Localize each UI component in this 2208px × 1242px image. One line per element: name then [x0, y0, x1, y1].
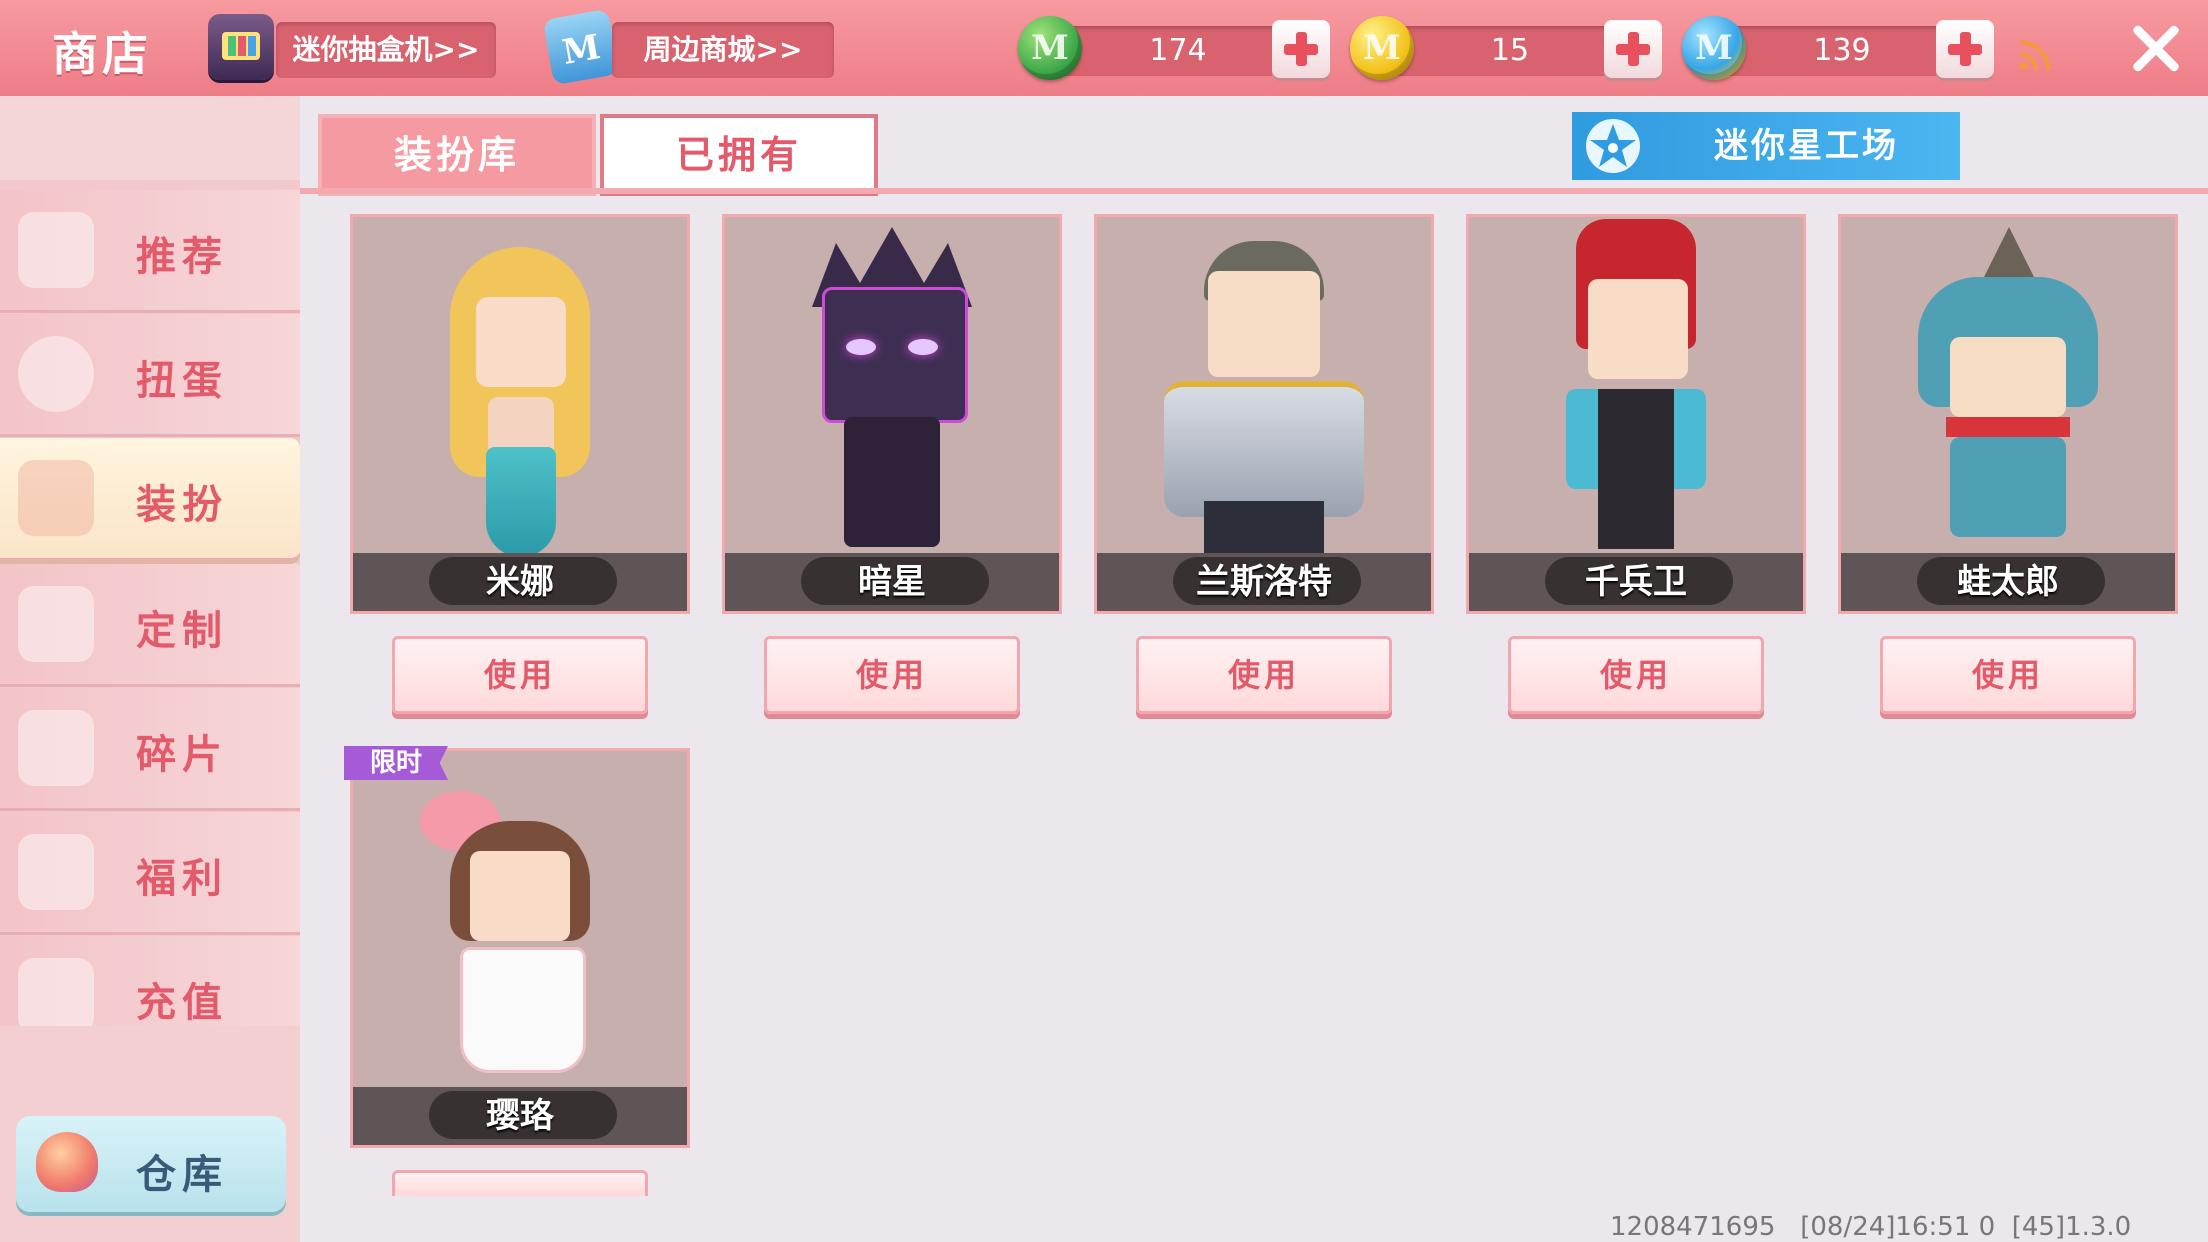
signal-icon: [2019, 40, 2050, 71]
sidebar-item-label: 推荐: [136, 234, 228, 280]
page-title: 商店: [52, 27, 152, 81]
main-panel: 装扮库 已拥有 迷你星工场 米娜 使用 暗星 使用 兰斯洛特 使用 千兵卫 使用…: [300, 96, 2208, 1242]
thumbs-up-icon: [18, 212, 94, 288]
costume-card-lancelot[interactable]: 兰斯洛特: [1094, 214, 1434, 614]
use-button-darkstar[interactable]: 使用: [764, 636, 1020, 714]
senbei-character-image: [1526, 219, 1746, 559]
darkstar-character-image: [782, 227, 1002, 567]
mini-coin-icon: M: [1350, 16, 1414, 80]
card-name: 蛙太郎: [1957, 562, 2059, 602]
tab-owned[interactable]: 已拥有: [600, 114, 878, 196]
sidebar-header: [0, 96, 300, 180]
sidebar-item-welfare[interactable]: 福利: [0, 812, 300, 935]
pencil-icon: [18, 586, 94, 662]
sidebar-item-custom[interactable]: 定制: [0, 564, 300, 687]
green-bean-icon: M: [1018, 16, 1082, 80]
sidebar-item-fragment[interactable]: 碎片: [0, 688, 300, 811]
sidebar-item-label: 福利: [136, 856, 228, 902]
mina-character-image: [430, 247, 610, 567]
sidebar-item-label: 装扮: [136, 482, 228, 528]
lucky-box-icon[interactable]: [208, 14, 274, 80]
add-mini-coin-button[interactable]: [1604, 20, 1662, 78]
use-button-mina[interactable]: 使用: [392, 636, 648, 714]
green-bean-amount: 174: [1060, 26, 1296, 76]
sidebar-item-label: 扭蛋: [136, 358, 228, 404]
coin-stack-icon: [18, 958, 94, 1034]
card-name: 米娜: [486, 562, 554, 602]
star-icon: [1586, 119, 1640, 173]
costume-card-darkstar[interactable]: 暗星: [722, 214, 1062, 614]
use-button-frog-taro[interactable]: 使用: [1880, 636, 2136, 714]
user-id: 1208471695: [1610, 1212, 1776, 1242]
add-mini-point-button[interactable]: [1936, 20, 1994, 78]
version-info: 1208471695 [08/24]16:51 0 [45]1.3.0: [1610, 1212, 2131, 1242]
card-name: 璎珞: [486, 1096, 554, 1136]
mini-point-amount: 139: [1724, 26, 1960, 76]
sidebar-item-label: 碎片: [136, 732, 228, 778]
lancelot-character-image: [1144, 241, 1384, 561]
frog-taro-character-image: [1898, 227, 2118, 557]
sidebar-item-costume[interactable]: 装扮: [0, 438, 300, 561]
mini-workshop-button[interactable]: 迷你星工场: [1572, 112, 1960, 180]
close-icon[interactable]: [2128, 20, 2184, 76]
limited-time-badge: 限时: [344, 746, 448, 780]
tab-divider: [300, 188, 2208, 194]
sidebar-item-label: 定制: [136, 608, 228, 654]
gacha-icon: [18, 336, 94, 412]
mini-workshop-label: 迷你星工场: [1714, 126, 1899, 166]
build-info: [08/24]16:51 0 [45]1.3.0: [1800, 1212, 2132, 1242]
mini-point-icon: M: [1682, 16, 1746, 80]
sidebar-item-recommend[interactable]: 推荐: [0, 190, 300, 313]
costume-icon: [18, 460, 94, 536]
warehouse-label: 仓库: [136, 1152, 228, 1198]
card-name: 兰斯洛特: [1196, 562, 1332, 602]
card-name: 千兵卫: [1585, 562, 1687, 602]
mini-coin-amount: 15: [1392, 26, 1628, 76]
costume-card-mina[interactable]: 米娜: [350, 214, 690, 614]
top-bar: 商店 迷你抽盒机>> M 周边商城>> 174 M 15 M 139 M: [0, 0, 2208, 99]
gift-icon: [18, 834, 94, 910]
warehouse-button[interactable]: 仓库: [16, 1116, 286, 1212]
costume-card-frog-taro[interactable]: 蛙太郎: [1838, 214, 2178, 614]
card-name: 暗星: [858, 562, 926, 602]
mall-link[interactable]: 周边商城>>: [612, 22, 834, 78]
tab-costume-library[interactable]: 装扮库: [318, 114, 596, 196]
sidebar-item-label: 充值: [136, 980, 228, 1026]
sidebar-item-gacha[interactable]: 扭蛋: [0, 314, 300, 437]
lucky-box-link[interactable]: 迷你抽盒机>>: [276, 22, 496, 78]
fragment-icon: [18, 710, 94, 786]
use-button-lancelot[interactable]: 使用: [1136, 636, 1392, 714]
warehouse-icon: [36, 1132, 98, 1192]
mall-bag-icon[interactable]: M: [542, 8, 620, 86]
use-button-senbei[interactable]: 使用: [1508, 636, 1764, 714]
costume-card-senbei[interactable]: 千兵卫: [1466, 214, 1806, 614]
yingluo-character-image: [410, 791, 630, 1101]
use-button-yingluo[interactable]: [392, 1170, 648, 1196]
sidebar: 推荐 扭蛋 装扮 定制 碎片 福利 充值: [0, 96, 300, 1242]
add-green-bean-button[interactable]: [1272, 20, 1330, 78]
costume-card-yingluo[interactable]: 璎珞: [350, 748, 690, 1148]
